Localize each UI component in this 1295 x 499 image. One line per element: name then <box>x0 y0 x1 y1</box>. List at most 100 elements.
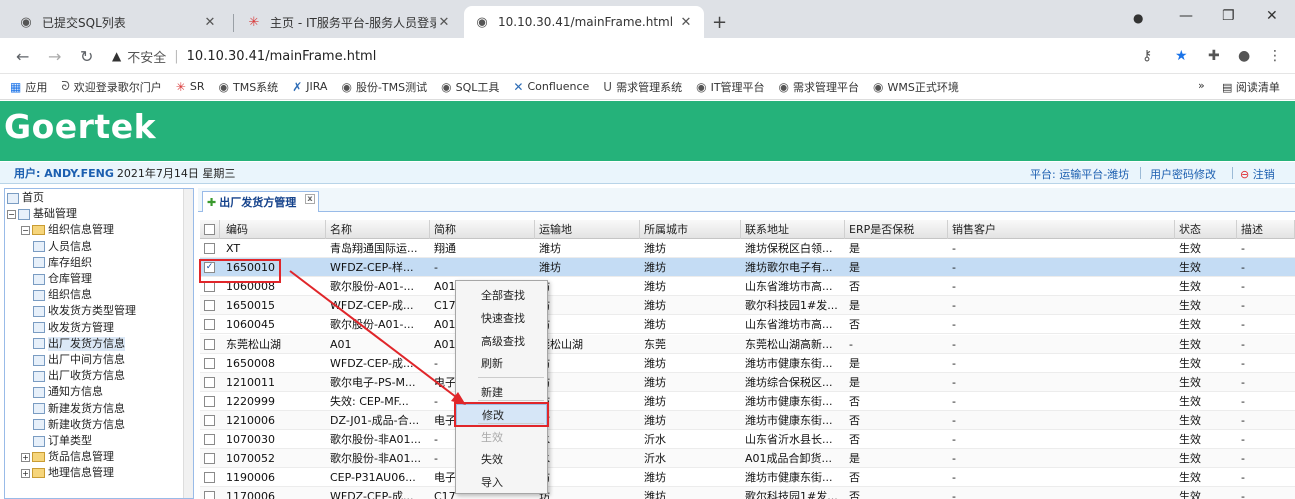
bookmark-tms[interactable]: ◉ TMS系统 <box>219 79 279 95</box>
tree-item[interactable]: + 货品信息管理 <box>21 450 114 464</box>
tree-item[interactable]: 出厂收货方信息 <box>33 369 125 383</box>
key-icon[interactable]: ⚷ <box>1142 48 1152 64</box>
bookmark-requirements-system[interactable]: ᑌ 需求管理系统 <box>603 79 682 95</box>
tree-item[interactable]: 人员信息 <box>33 240 92 254</box>
platform-link[interactable]: 平台: 运输平台-潍坊 <box>1030 166 1129 182</box>
tree-item[interactable]: − 组织信息管理 <box>21 223 114 237</box>
table-row[interactable]: 1650015WFDZ-CEP-成...C17坊潍坊歌尔科技园1#发...是-生… <box>200 296 1295 316</box>
new-tab-button[interactable]: + <box>712 12 727 33</box>
restore-button[interactable]: ❐ <box>1222 8 1235 24</box>
column-header[interactable]: 简称 <box>430 220 535 239</box>
profile-dot-icon[interactable]: ● <box>1133 11 1143 25</box>
close-icon[interactable]: ✕ <box>678 15 694 30</box>
tree-item[interactable]: 组织信息 <box>33 288 92 302</box>
reading-list-button[interactable]: ▤ 阅读清单 <box>1222 79 1280 95</box>
table-row[interactable]: 1070030歌尔股份-非A01...-水沂水山东省沂水县长...否-生效- <box>200 430 1295 449</box>
tab-factory-shipper[interactable]: ✚ 出厂发货方管理 x <box>202 191 319 212</box>
tree-item[interactable]: 出厂中间方信息 <box>33 353 125 367</box>
tree-item[interactable]: 库存组织 <box>33 256 92 270</box>
column-header[interactable]: 所属城市 <box>640 220 741 239</box>
url-text[interactable]: 10.10.30.41/mainFrame.html <box>187 49 377 64</box>
row-checkbox[interactable] <box>204 338 215 350</box>
context-menu-item[interactable]: 刷新 <box>456 353 547 375</box>
tree-item[interactable]: 收发货方管理 <box>33 321 114 335</box>
back-button[interactable]: ← <box>16 47 29 66</box>
menu-icon[interactable]: ⋮ <box>1268 48 1282 64</box>
column-header[interactable]: 编码 <box>222 220 326 239</box>
bookmark-it-platform[interactable]: ◉ IT管理平台 <box>696 79 764 95</box>
column-header[interactable]: 名称 <box>326 220 430 239</box>
select-all-checkbox[interactable] <box>200 220 220 239</box>
table-row[interactable]: ✓ 1650010 WFDZ-CEP-样... - 潍坊 潍坊 潍坊歌尔电子有... 是 - 生效… <box>200 258 1295 278</box>
context-menu-item[interactable]: 快速查找 <box>456 308 547 330</box>
row-checkbox[interactable] <box>204 434 215 445</box>
collapse-icon[interactable]: − <box>21 225 30 235</box>
table-row[interactable]: 1650008WFDZ-CEP-成...-坊潍坊潍坊市健康东街...是-生效- <box>200 354 1295 373</box>
minimize-button[interactable]: — <box>1179 8 1193 24</box>
column-header[interactable]: 状态 <box>1175 220 1237 239</box>
forward-button[interactable]: → <box>48 47 61 66</box>
bookmark-confluence[interactable]: ✕ Confluence <box>513 80 589 94</box>
bookmark-tms-test[interactable]: ◉ 股份-TMS测试 <box>341 79 427 95</box>
bookmark-sr[interactable]: ✳ SR <box>176 80 205 94</box>
tree-item[interactable]: 收发货方类型管理 <box>33 304 136 318</box>
bookmarks-overflow-button[interactable]: » <box>1198 79 1205 92</box>
bookmark-sql-tool[interactable]: ◉ SQL工具 <box>441 79 499 95</box>
bookmark-jira[interactable]: ✗ JIRA <box>292 80 327 94</box>
row-checkbox[interactable] <box>204 357 215 369</box>
tree-item[interactable]: 通知方信息 <box>33 385 103 399</box>
table-row[interactable]: 1220999失效: CEP-MF...-坊潍坊潍坊市健康东街...否-生效- <box>200 392 1295 411</box>
close-icon[interactable]: ✕ <box>202 15 218 30</box>
bookmark-apps[interactable]: ▦ 应用 <box>10 79 47 95</box>
close-icon[interactable]: x <box>305 194 315 204</box>
column-header[interactable]: 运输地 <box>535 220 640 239</box>
row-checkbox[interactable] <box>204 300 215 312</box>
sidebar-scrollbar[interactable] <box>183 189 193 498</box>
context-menu-item[interactable]: 导入 <box>456 472 547 494</box>
collapse-icon[interactable]: − <box>7 209 16 219</box>
context-menu-item[interactable]: 失效 <box>456 449 547 471</box>
context-menu-item[interactable]: 全部查找 <box>456 285 547 307</box>
tree-item[interactable]: 新建收货方信息 <box>33 418 125 432</box>
column-header[interactable]: ERP是否保税 <box>845 220 948 239</box>
change-password-link[interactable]: 用户密码修改 <box>1150 166 1216 182</box>
reload-button[interactable]: ↻ <box>80 47 93 66</box>
logout-link[interactable]: ⊖ 注销 <box>1240 166 1275 182</box>
column-header[interactable]: 销售客户 <box>948 220 1175 239</box>
bookmark-requirements-platform[interactable]: ◉ 需求管理平台 <box>779 79 859 95</box>
window-close-button[interactable]: ✕ <box>1266 8 1278 24</box>
close-icon[interactable]: ✕ <box>436 15 452 30</box>
tree-item[interactable]: 订单类型 <box>33 434 92 448</box>
expand-icon[interactable]: + <box>21 468 30 478</box>
browser-tab-mainframe[interactable]: ◉ 10.10.30.41/mainFrame.html ✕ <box>464 6 704 38</box>
row-checkbox[interactable] <box>204 319 215 331</box>
tree-item[interactable]: 首页 <box>7 191 44 205</box>
table-row[interactable]: XT 青岛翔通国际运... 翔通 潍坊 潍坊 潍坊保税区白领... 是 - 生效 - <box>200 239 1295 258</box>
row-checkbox[interactable] <box>204 376 215 388</box>
column-header[interactable]: 联系地址 <box>741 220 845 239</box>
star-icon[interactable]: ★ <box>1175 48 1188 64</box>
table-row[interactable]: 1070052歌尔股份-非A01...-水沂水A01成品合卸货...是-生效- <box>200 449 1295 469</box>
row-checkbox[interactable] <box>204 414 215 426</box>
column-header[interactable]: 描述 <box>1237 220 1295 239</box>
table-row[interactable]: 1060008歌尔股份-A01-...A01坊潍坊山东省潍坊市高...否-生效- <box>200 277 1295 297</box>
row-checkbox[interactable] <box>204 453 215 465</box>
row-checkbox[interactable] <box>204 472 215 484</box>
row-checkbox[interactable] <box>204 243 215 254</box>
tree-item[interactable]: 出厂发货方信息 <box>33 336 125 351</box>
tree-item[interactable]: 新建发货方信息 <box>33 402 125 416</box>
tree-item[interactable]: + 地理信息管理 <box>21 466 114 480</box>
bookmark-goertek-portal[interactable]: ᘐ 欢迎登录歌尔门户 <box>61 79 161 95</box>
row-checkbox[interactable] <box>204 395 215 407</box>
table-row[interactable]: 1210011歌尔电子-PS-M...电子坊潍坊潍坊综合保税区...是-生效- <box>200 372 1295 392</box>
table-row[interactable]: 1190006CEP-P31AU06...电子坊潍坊潍坊市健康东街...否-生效… <box>200 468 1295 488</box>
expand-icon[interactable]: + <box>21 452 30 462</box>
profile-icon[interactable]: ● <box>1238 48 1250 64</box>
row-checkbox[interactable] <box>204 491 215 499</box>
table-row[interactable]: 东莞松山湖 A01 A01 莞松山湖 东莞 东莞松山湖高新... - - 生效 - <box>200 334 1295 354</box>
browser-tab-it-service[interactable]: ✳ 主页 - IT服务平台-服务人员登录 ✕ <box>236 6 462 38</box>
context-menu-item[interactable]: 高级查找 <box>456 331 547 353</box>
address-bar[interactable]: ▲ 不安全 | 10.10.30.41/mainFrame.html <box>112 44 1072 68</box>
browser-tab-sql-list[interactable]: ◉ 已提交SQL列表 ✕ <box>8 6 228 38</box>
table-row[interactable]: 1060045歌尔股份-A01-...A01坊潍坊山东省潍坊市高...否-生效- <box>200 315 1295 335</box>
